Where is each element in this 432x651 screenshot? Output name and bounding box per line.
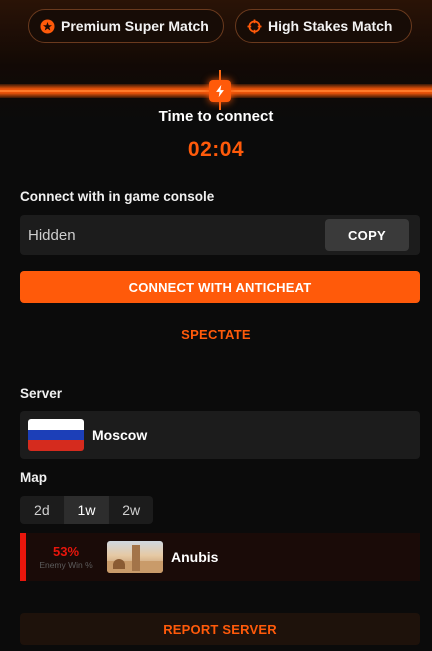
premium-super-match-label: Premium Super Match bbox=[61, 18, 209, 34]
server-label: Server bbox=[20, 386, 63, 401]
premium-super-match-button[interactable]: Premium Super Match bbox=[28, 9, 224, 43]
star-circle-icon bbox=[39, 18, 55, 34]
spectate-link[interactable]: SPECTATE bbox=[0, 327, 432, 342]
connect-timer: 02:04 bbox=[187, 138, 245, 161]
period-selector: 2d 1w 2w bbox=[20, 496, 153, 524]
win-percentage: 53% bbox=[52, 544, 80, 559]
period-tab-2d[interactable]: 2d bbox=[20, 496, 65, 524]
period-tab-1w[interactable]: 1w bbox=[64, 496, 110, 524]
enemy-win-rate: 53% Enemy Win % bbox=[26, 544, 106, 570]
map-label: Map bbox=[20, 470, 47, 485]
high-stakes-match-button[interactable]: High Stakes Match bbox=[235, 9, 412, 43]
map-row: 53% Enemy Win % Anubis bbox=[20, 533, 420, 581]
copy-button[interactable]: COPY bbox=[325, 219, 409, 251]
console-command-value: Hidden bbox=[28, 226, 76, 244]
map-name: Anubis bbox=[171, 549, 219, 565]
russia-flag-icon bbox=[28, 419, 84, 451]
high-stakes-match-label: High Stakes Match bbox=[268, 18, 393, 34]
connect-with-anticheat-button[interactable]: CONNECT WITH ANTICHEAT bbox=[20, 271, 420, 303]
lightning-bolt-icon bbox=[209, 80, 231, 102]
crosshair-icon bbox=[246, 18, 262, 34]
time-to-connect-label: Time to connect bbox=[158, 108, 274, 125]
console-command-field[interactable]: Hidden COPY bbox=[20, 215, 420, 255]
server-name: Moscow bbox=[92, 427, 148, 443]
console-label: Connect with in game console bbox=[20, 189, 215, 204]
report-server-button[interactable]: REPORT SERVER bbox=[20, 613, 420, 645]
map-thumbnail bbox=[107, 541, 163, 573]
server-card: Moscow bbox=[20, 411, 420, 459]
period-tab-2w[interactable]: 2w bbox=[109, 496, 153, 524]
win-percentage-caption: Enemy Win % bbox=[39, 560, 93, 570]
